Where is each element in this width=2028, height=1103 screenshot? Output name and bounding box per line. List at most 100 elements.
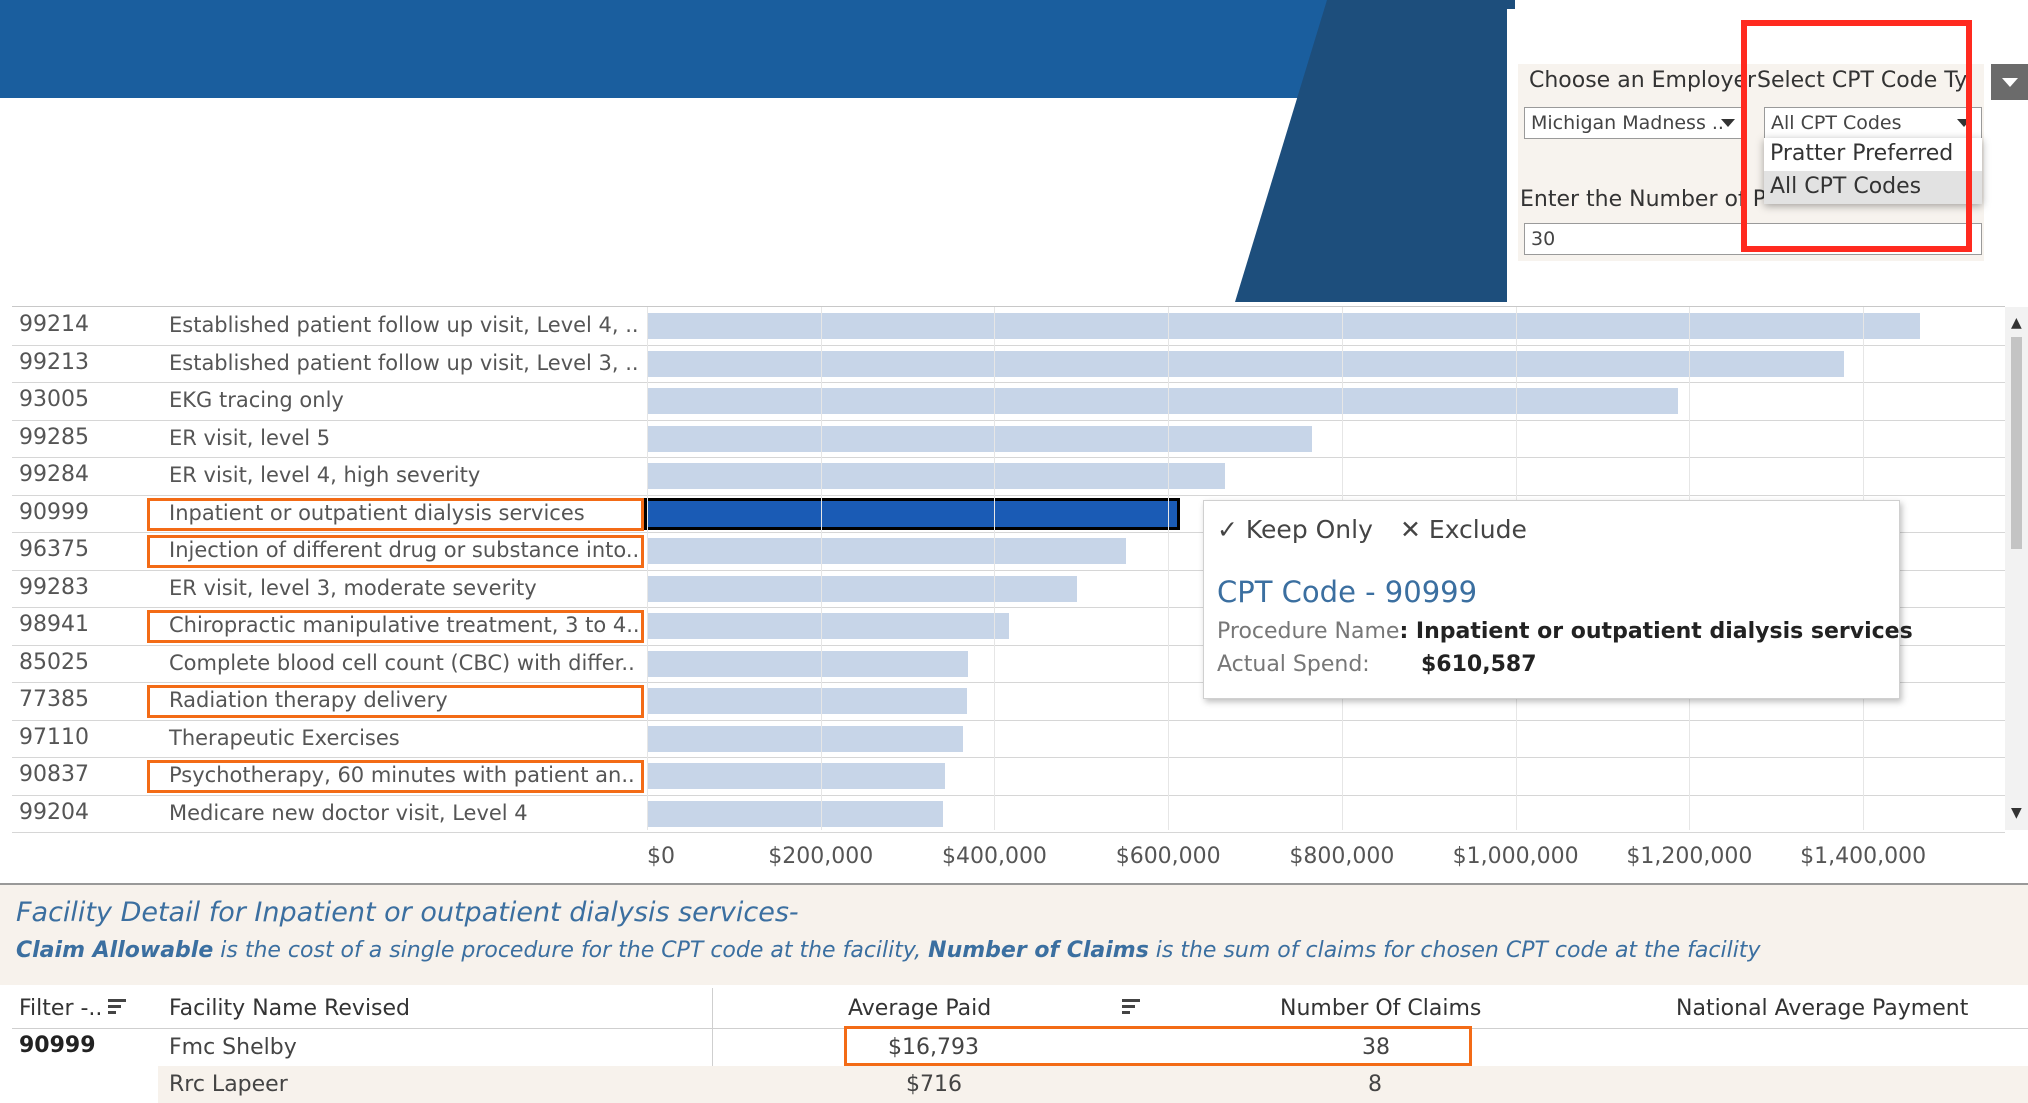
scroll-down-icon[interactable]: ▼ (2011, 805, 2022, 821)
col-header-facility[interactable]: Facility Name Revised (169, 996, 410, 1021)
cpt-code-label[interactable]: 93005 (19, 387, 89, 412)
scroll-up-icon[interactable]: ▲ (2011, 315, 2022, 331)
row-divider (12, 382, 2005, 383)
col-header-filter[interactable]: Filter -.. (19, 996, 102, 1021)
cpt-code-label[interactable]: 90999 (19, 500, 89, 525)
x-tick-label: $1,400,000 (1800, 844, 1927, 869)
row-divider (12, 757, 2005, 758)
cpt-code-label[interactable]: 99204 (19, 800, 89, 825)
x-tick-label: $0 (647, 844, 675, 869)
procedure-name-label: Procedure Name (1217, 619, 1400, 644)
exclude-label: Exclude (1428, 515, 1527, 544)
spend-value: $610,587 (1421, 652, 1537, 677)
annotation-orange-box (147, 497, 644, 531)
header-banner (0, 0, 1330, 98)
keep-only-button[interactable]: ✓ Keep Only (1217, 515, 1373, 544)
procedure-name-label[interactable]: ER visit, level 5 (169, 426, 330, 450)
sort-icon[interactable] (108, 999, 126, 1017)
bar-selected[interactable] (643, 497, 1181, 530)
row-divider (12, 344, 2005, 346)
cpt-code-label[interactable]: 77385 (19, 687, 89, 712)
sort-icon[interactable] (1122, 999, 1140, 1017)
cpt-code-label[interactable]: 96375 (19, 537, 89, 562)
row-divider (12, 719, 2005, 721)
filter-menu-button[interactable] (1991, 64, 2028, 100)
row-divider (12, 419, 2005, 421)
procedure-name-label[interactable]: Established patient follow up visit, Lev… (169, 313, 639, 337)
bar[interactable] (647, 688, 967, 714)
procedure-name-label[interactable]: EKG tracing only (169, 388, 344, 412)
bar[interactable] (647, 613, 1010, 639)
annotation-orange-box (147, 535, 644, 568)
cpt-code-label[interactable]: 99283 (19, 575, 89, 600)
filter-cell: 90999 (19, 1033, 96, 1058)
procedure-name-label[interactable]: ER visit, level 3, moderate severity (169, 576, 537, 600)
cpt-code-label[interactable]: 97110 (19, 725, 89, 750)
x-tick-label: $600,000 (1115, 844, 1221, 869)
tooltip-procedure: Procedure Name: Inpatient or outpatient … (1217, 619, 1913, 644)
gridline (1168, 307, 1170, 830)
row-divider (12, 794, 2005, 796)
cpt-code-label[interactable]: 98941 (19, 612, 89, 637)
chevron-down-icon (2002, 78, 2018, 87)
detail-description: Claim Allowable is the cost of a single … (16, 938, 1760, 963)
chart-top-border (12, 306, 2005, 307)
bar[interactable] (647, 763, 945, 789)
gridline (820, 307, 822, 830)
col-header-national-average[interactable]: National Average Payment (1676, 996, 1968, 1021)
procedure-name-label[interactable]: Established patient follow up visit, Lev… (169, 351, 639, 375)
desc-part-2: is the sum of claims for chosen CPT code… (1148, 938, 1761, 963)
employer-label: Choose an Employer (1529, 68, 1757, 93)
annotation-red-box (1741, 20, 1972, 252)
procedure-name-label[interactable]: ER visit, level 4, high severity (169, 463, 480, 487)
facility-cell: Rrc Lapeer (169, 1072, 288, 1097)
x-tick-label: $400,000 (941, 844, 1047, 869)
tooltip: ✓ Keep Only ✕ Exclude CPT Code - 90999 P… (1203, 500, 1913, 699)
cpt-code-label[interactable]: 99284 (19, 462, 89, 487)
facility-cell: Fmc Shelby (169, 1035, 297, 1060)
gridline (647, 307, 648, 830)
chart-scrollbar[interactable]: ▲ ▼ (2005, 307, 2028, 830)
row-divider (12, 494, 2005, 496)
cpt-code-label[interactable]: 99285 (19, 425, 89, 450)
procedure-name-label[interactable]: Therapeutic Exercises (169, 726, 400, 750)
number-of-claims-term: Number of Claims (928, 938, 1149, 963)
row-divider (12, 832, 2005, 833)
cpt-code-label[interactable]: 99214 (19, 312, 89, 337)
spend-label: Actual Spend: (1217, 652, 1370, 677)
employer-value: Michigan Madness .. (1531, 112, 1724, 134)
num-procedures-label: Enter the Number of Procedures to Displa… (1520, 187, 1764, 212)
cpt-code-label[interactable]: 85025 (19, 650, 89, 675)
bar[interactable] (647, 425, 1313, 452)
col-header-number-of-claims[interactable]: Number Of Claims (1280, 996, 1481, 1021)
desc-part-1: is the cost of a single procedure for th… (213, 938, 929, 963)
x-tick-label: $200,000 (768, 844, 874, 869)
bar[interactable] (647, 650, 969, 677)
claims-cell: 8 (1368, 1072, 1382, 1097)
x-tick-label: $1,200,000 (1626, 844, 1753, 869)
procedure-name-label[interactable]: Complete blood cell count (CBC) with dif… (169, 651, 635, 675)
cpt-code-label[interactable]: 99213 (19, 350, 89, 375)
bar[interactable] (647, 463, 1225, 489)
bar[interactable] (647, 538, 1126, 564)
annotation-orange-box (147, 685, 644, 718)
tooltip-title: CPT Code - 90999 (1217, 575, 1478, 609)
bar[interactable] (647, 575, 1077, 602)
bar[interactable] (647, 800, 944, 827)
avg-paid-cell: $716 (906, 1072, 962, 1097)
annotation-orange-box (147, 610, 644, 643)
bar[interactable] (647, 313, 1920, 339)
annotation-orange-box (844, 1026, 1472, 1066)
procedure-name-label[interactable]: Medicare new doctor visit, Level 4 (169, 801, 528, 825)
cpt-code-label[interactable]: 90837 (19, 762, 89, 787)
bar[interactable] (647, 388, 1679, 414)
scrollbar-thumb[interactable] (2011, 337, 2022, 549)
col-header-average-paid[interactable]: Average Paid (848, 996, 991, 1021)
annotation-orange-box (147, 760, 644, 793)
bar[interactable] (647, 350, 1845, 377)
bar[interactable] (647, 725, 964, 752)
employer-dropdown[interactable]: Michigan Madness .. (1524, 107, 1746, 139)
claim-allowable-term: Claim Allowable (16, 938, 214, 963)
exclude-button[interactable]: ✕ Exclude (1400, 515, 1527, 544)
row-divider (12, 457, 2005, 458)
